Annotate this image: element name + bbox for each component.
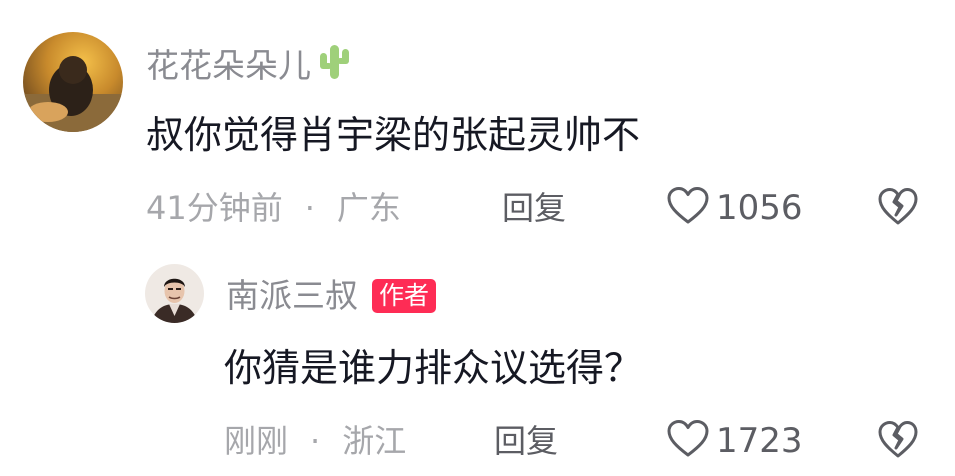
- comment-like-count: 1056: [716, 188, 803, 228]
- comment-time: 41分钟前: [146, 189, 283, 227]
- comment-reply-button[interactable]: 回复: [502, 188, 566, 228]
- comment-dislike-button[interactable]: [877, 187, 919, 231]
- reply-like-count: 1723: [716, 421, 803, 461]
- heart-outline-icon: [666, 186, 710, 230]
- author-username-text: 南派三叔: [226, 276, 358, 315]
- reply-text: 你猜是谁力排众议选得？: [224, 346, 643, 390]
- author-username[interactable]: 南派三叔 作者: [226, 276, 437, 316]
- cactus-icon: [317, 41, 351, 90]
- comment-meta: 41分钟前 · 广东: [146, 188, 401, 228]
- reply-meta: 刚刚 · 浙江: [224, 421, 406, 461]
- reply-like-button[interactable]: 1723: [666, 419, 803, 463]
- commenter-avatar[interactable]: [23, 32, 123, 132]
- comment-like-button[interactable]: 1056: [666, 186, 803, 230]
- author-badge: 作者: [372, 279, 437, 313]
- commenter-username[interactable]: 花花朵朵儿: [146, 41, 351, 90]
- meta-separator: ·: [304, 189, 315, 227]
- comment-location: 广东: [336, 189, 401, 227]
- broken-heart-icon: [877, 188, 919, 231]
- comment-text: 叔你觉得肖宇梁的张起灵帅不: [146, 113, 641, 157]
- heart-outline-icon: [666, 419, 710, 463]
- reply-dislike-button[interactable]: [877, 420, 919, 464]
- commenter-username-text: 花花朵朵儿: [146, 45, 311, 85]
- reply-reply-button[interactable]: 回复: [494, 421, 558, 461]
- author-avatar[interactable]: [145, 264, 204, 323]
- broken-heart-icon: [877, 421, 919, 464]
- meta-separator: ·: [310, 422, 321, 460]
- reply-time: 刚刚: [224, 422, 289, 460]
- reply-location: 浙江: [342, 422, 407, 460]
